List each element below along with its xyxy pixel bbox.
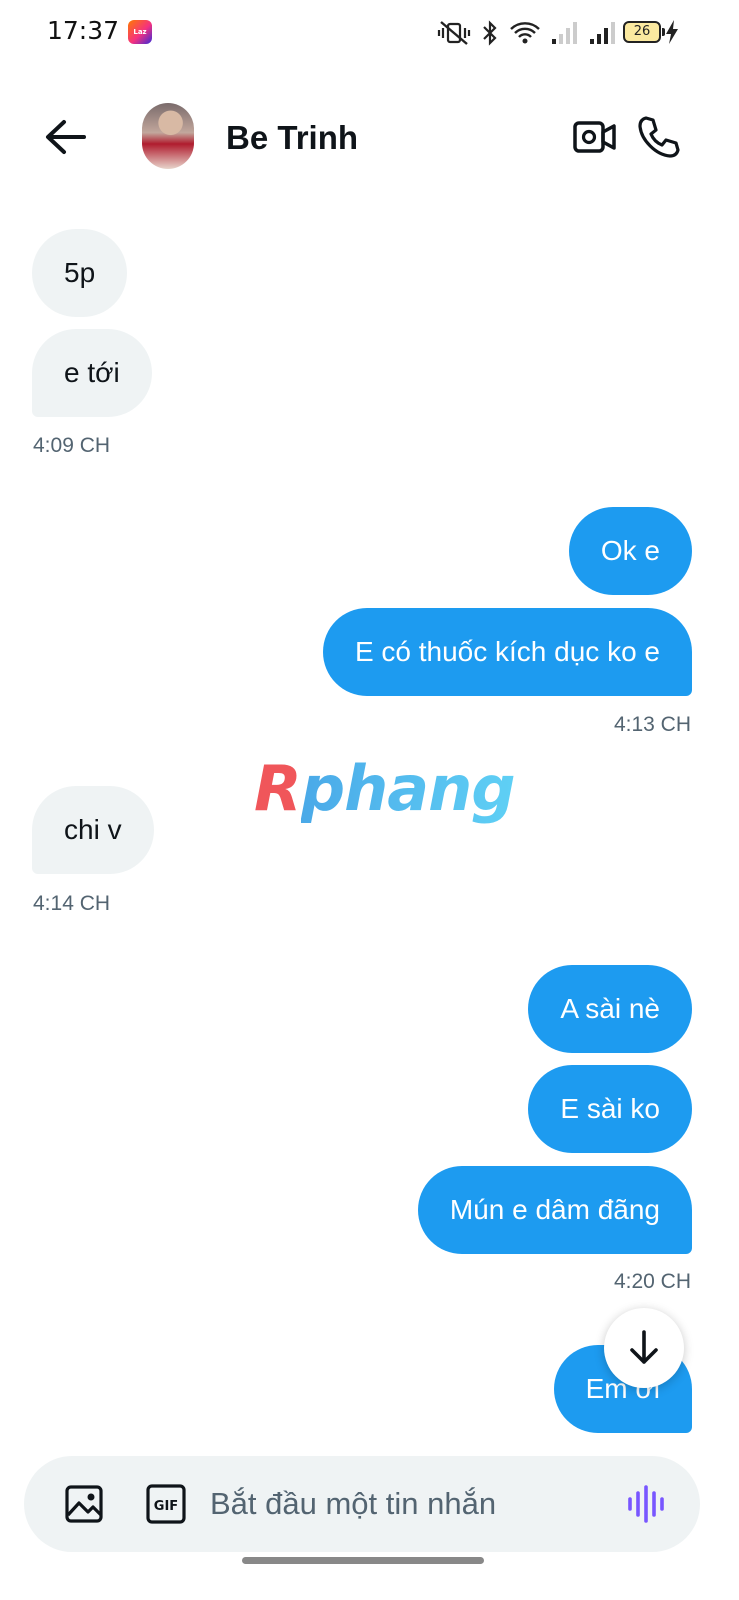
watermark-rest: phang bbox=[300, 752, 516, 825]
watermark-first-letter: R bbox=[254, 752, 302, 825]
watermark-logo: Rphang bbox=[254, 752, 516, 825]
message-timestamp: 4:14 CH bbox=[33, 892, 111, 915]
outgoing-message[interactable]: Ok e bbox=[568, 507, 692, 595]
voice-wave-icon bbox=[628, 1485, 664, 1523]
add-image-button[interactable] bbox=[64, 1484, 104, 1524]
voice-message-button[interactable] bbox=[624, 1482, 668, 1526]
message-timestamp: 4:09 CH bbox=[33, 434, 111, 457]
message-timestamp: 4:20 CH bbox=[613, 1270, 691, 1293]
gif-label: GIF bbox=[154, 1499, 178, 1514]
incoming-message[interactable]: chi v bbox=[32, 786, 154, 874]
message-input[interactable] bbox=[210, 1474, 610, 1534]
incoming-message[interactable]: 5p bbox=[32, 229, 128, 317]
add-gif-button[interactable]: GIF bbox=[146, 1484, 186, 1524]
home-indicator[interactable] bbox=[242, 1557, 484, 1564]
message-composer: GIF bbox=[24, 1456, 700, 1552]
outgoing-message[interactable]: Mún e dâm đãng bbox=[417, 1166, 692, 1254]
outgoing-message[interactable]: E có thuốc kích dục ko e bbox=[322, 608, 692, 696]
incoming-message[interactable]: e tới bbox=[32, 329, 152, 417]
arrow-down-icon bbox=[630, 1330, 658, 1364]
outgoing-message[interactable]: E sài ko bbox=[528, 1065, 692, 1153]
scroll-to-bottom-button[interactable] bbox=[604, 1308, 684, 1388]
outgoing-message[interactable]: A sài nè bbox=[528, 965, 692, 1053]
message-timestamp: 4:13 CH bbox=[613, 713, 691, 736]
image-icon bbox=[65, 1485, 103, 1523]
gif-icon: GIF bbox=[146, 1484, 186, 1524]
